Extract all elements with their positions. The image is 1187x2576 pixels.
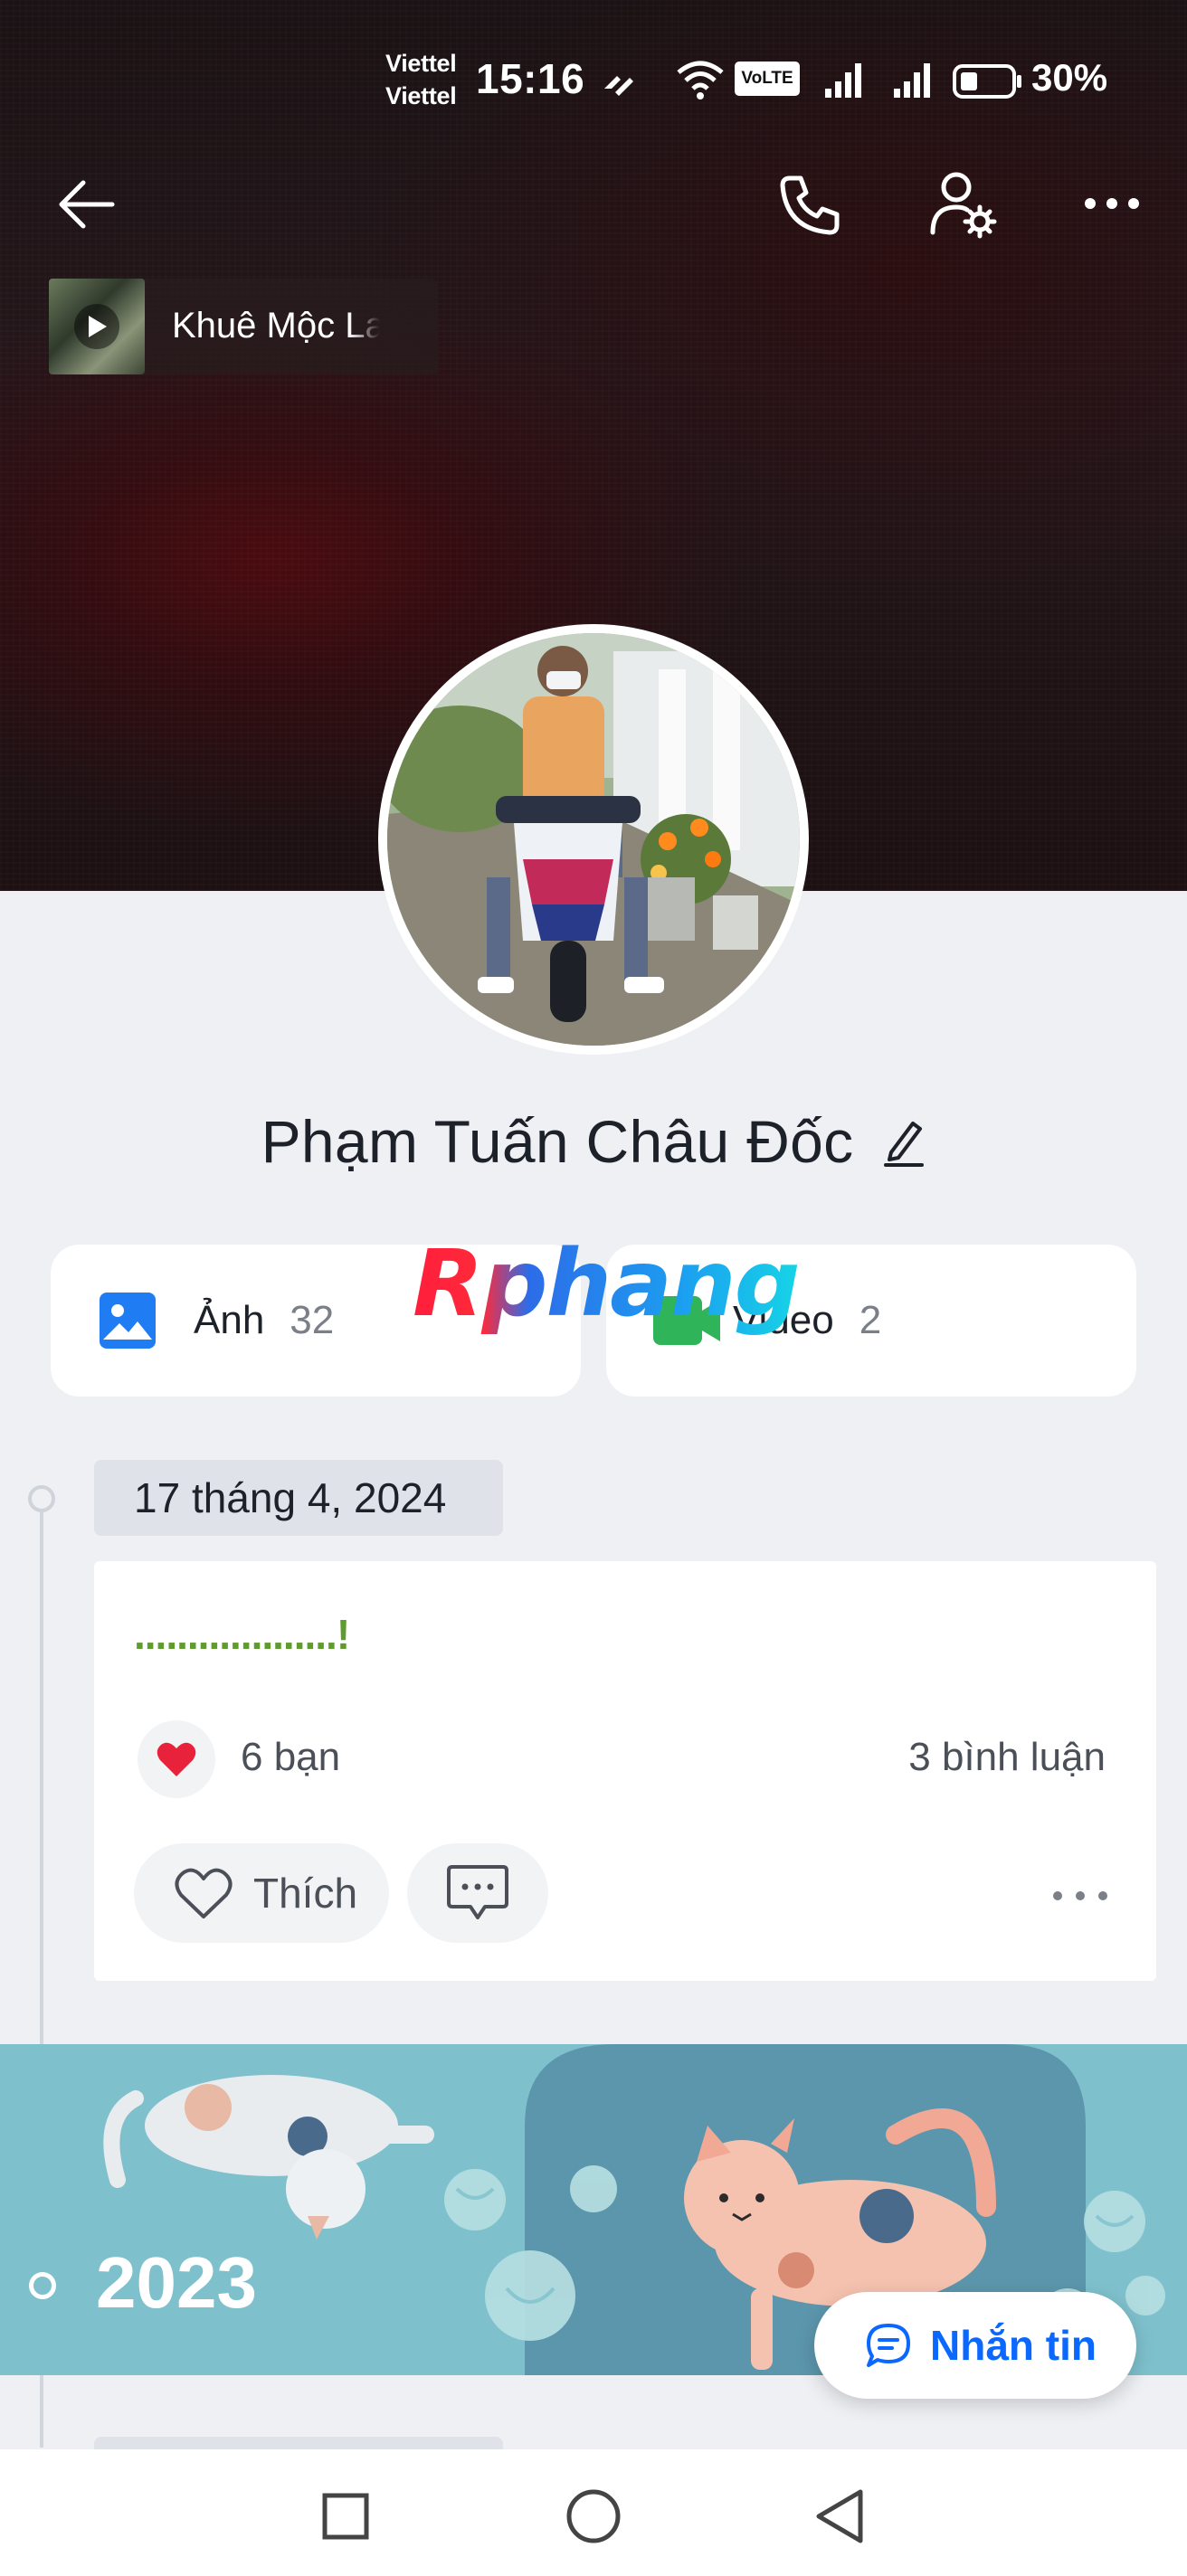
heart-outline-icon (175, 1868, 233, 1918)
signal-icon-2 (894, 63, 930, 98)
avatar-photo (387, 633, 800, 1046)
photos-count: 32 (290, 1298, 335, 1342)
triangle-back-icon (816, 2489, 863, 2543)
timeline-dot (28, 1485, 55, 1512)
profile-settings-button[interactable] (923, 166, 1004, 244)
message-label: Nhắn tin (930, 2322, 1097, 2369)
chat-icon (867, 2324, 910, 2367)
photos-label: Ảnh (194, 1298, 265, 1342)
more-button[interactable] (1071, 172, 1153, 235)
back-button[interactable] (51, 168, 123, 241)
avatar[interactable] (378, 624, 809, 1055)
image-icon (100, 1293, 156, 1349)
like-button[interactable]: Thích (134, 1843, 389, 1943)
battery-icon (953, 64, 1021, 99)
more-dots-icon (1053, 1891, 1107, 1900)
profile-name: Phạm Tuấn Châu Đốc (261, 1108, 854, 1175)
heart-icon (157, 1742, 196, 1776)
back-nav-button[interactable] (803, 2480, 876, 2552)
more-dots-icon (1085, 198, 1139, 209)
clock: 15:16 (476, 55, 585, 102)
square-icon (322, 2493, 369, 2540)
back-arrow-icon (59, 180, 115, 229)
battery-percent: 30% (1031, 56, 1108, 99)
profile-name-row: Phạm Tuấn Châu Đốc (0, 1105, 1187, 1178)
carrier-label: Viettel Viettel (385, 50, 457, 109)
year-label: 2023 (96, 2242, 257, 2323)
status-bar: Viettel Viettel 15:16 VoLTE 30% (0, 45, 1187, 118)
signal-icon-1 (825, 63, 861, 98)
watermark-logo: Rphang (413, 1230, 801, 1338)
comment-count[interactable]: 3 bình luận (908, 1735, 1106, 1780)
circle-icon (566, 2489, 621, 2543)
timeline-year-dot (29, 2272, 56, 2299)
volte-icon: VoLTE (735, 62, 800, 96)
wifi-icon (677, 61, 724, 99)
edit-name-button[interactable] (882, 1116, 926, 1167)
home-button[interactable] (557, 2480, 630, 2552)
play-icon (89, 316, 107, 337)
reaction-badge[interactable] (138, 1720, 215, 1798)
recents-button[interactable] (309, 2480, 382, 2552)
post-text: ...................! (134, 1611, 350, 1658)
post-card[interactable]: ...................! 6 bạn 3 bình luận T… (94, 1561, 1156, 1981)
comment-icon (447, 1865, 508, 1919)
like-label: Thích (253, 1870, 358, 1917)
system-nav-bar (0, 2449, 1187, 2576)
music-thumbnail (49, 279, 145, 374)
play-button[interactable] (74, 304, 119, 349)
user-settings-icon (930, 172, 997, 239)
call-button[interactable] (771, 166, 849, 244)
data-saver-icon (604, 76, 633, 96)
comment-button[interactable] (407, 1843, 548, 1943)
pencil-icon (884, 1122, 925, 1167)
videos-count: 2 (859, 1298, 882, 1342)
message-button[interactable]: Nhắn tin (814, 2292, 1136, 2399)
phone-icon (780, 175, 840, 235)
profile-music[interactable]: Khuê Mộc Lang (49, 279, 438, 374)
post-more-button[interactable] (1044, 1869, 1116, 1923)
reaction-count[interactable]: 6 bạn (241, 1735, 340, 1780)
post-date: 17 tháng 4, 2024 (94, 1460, 503, 1536)
music-title: Khuê Mộc Lang (172, 306, 380, 346)
